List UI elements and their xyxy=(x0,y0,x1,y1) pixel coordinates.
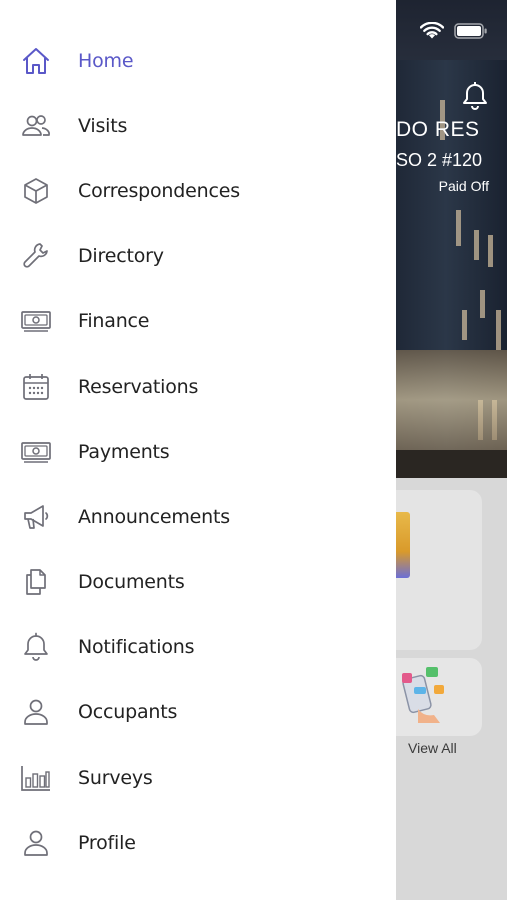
menu-item-label: Documents xyxy=(78,571,185,594)
menu-item-occupants[interactable]: Occupants xyxy=(0,680,396,745)
menu-item-directory[interactable]: Directory xyxy=(0,224,396,289)
building-ground xyxy=(396,450,507,478)
building-window xyxy=(488,235,493,267)
box-icon xyxy=(20,175,52,207)
menu-item-label: Profile xyxy=(78,831,136,854)
drawer-menu: Home Visits Correspondences Directory Fi… xyxy=(0,28,396,875)
building-window xyxy=(480,290,485,318)
menu-item-label: Payments xyxy=(78,440,170,463)
menu-item-reservations[interactable]: Reservations xyxy=(0,354,396,419)
building-window xyxy=(496,310,501,350)
menu-item-surveys[interactable]: Surveys xyxy=(0,745,396,810)
menu-item-label: Finance xyxy=(78,310,150,333)
megaphone-icon xyxy=(20,501,52,533)
banknote-icon xyxy=(20,305,52,337)
menu-item-label: Reservations xyxy=(78,375,199,398)
property-title: DO RES xyxy=(396,118,480,141)
unit-number: SO 2 #120 xyxy=(396,150,483,170)
notification-bell-icon[interactable] xyxy=(462,81,488,115)
menu-item-label: Surveys xyxy=(78,766,153,789)
menu-item-correspondences[interactable]: Correspondences xyxy=(0,158,396,223)
building-window xyxy=(456,210,461,246)
menu-item-notifications[interactable]: Notifications xyxy=(0,615,396,680)
menu-item-finance[interactable]: Finance xyxy=(0,289,396,354)
users-icon xyxy=(20,110,52,142)
menu-item-profile[interactable]: Profile xyxy=(0,810,396,875)
menu-item-payments[interactable]: Payments xyxy=(0,419,396,484)
menu-item-label: Announcements xyxy=(78,505,230,528)
menu-item-announcements[interactable]: Announcements xyxy=(0,484,396,549)
user-icon xyxy=(20,827,52,859)
menu-item-label: Directory xyxy=(78,245,164,268)
wrench-icon xyxy=(20,240,52,272)
status-bar xyxy=(420,22,488,40)
building-window xyxy=(462,310,467,340)
home-icon xyxy=(20,45,52,77)
banknote-icon xyxy=(20,436,52,468)
building-window xyxy=(474,230,479,260)
menu-item-label: Correspondences xyxy=(78,179,240,202)
menu-item-label: Visits xyxy=(78,114,128,137)
view-all-link[interactable]: View All xyxy=(408,740,457,756)
menu-item-visits[interactable]: Visits xyxy=(0,93,396,158)
bell-icon xyxy=(20,631,52,663)
documents-icon xyxy=(20,566,52,598)
menu-item-documents[interactable]: Documents xyxy=(0,550,396,615)
menu-item-label: Occupants xyxy=(78,701,178,724)
bar-chart-icon xyxy=(20,762,52,794)
navigation-drawer: Home Visits Correspondences Directory Fi… xyxy=(0,0,396,900)
calendar-icon xyxy=(20,371,52,403)
menu-item-label: Notifications xyxy=(78,636,195,659)
menu-item-label: Home xyxy=(78,49,134,72)
promo-illustration xyxy=(400,665,448,727)
menu-item-home[interactable]: Home xyxy=(0,28,396,93)
app-screen: DO RES SO 2 #120 Paid Off View All Home … xyxy=(0,0,507,900)
battery-icon xyxy=(454,23,488,39)
wifi-icon xyxy=(420,22,444,40)
payment-status: Paid Off xyxy=(438,178,489,194)
building-lobby xyxy=(396,350,507,450)
user-icon xyxy=(20,696,52,728)
